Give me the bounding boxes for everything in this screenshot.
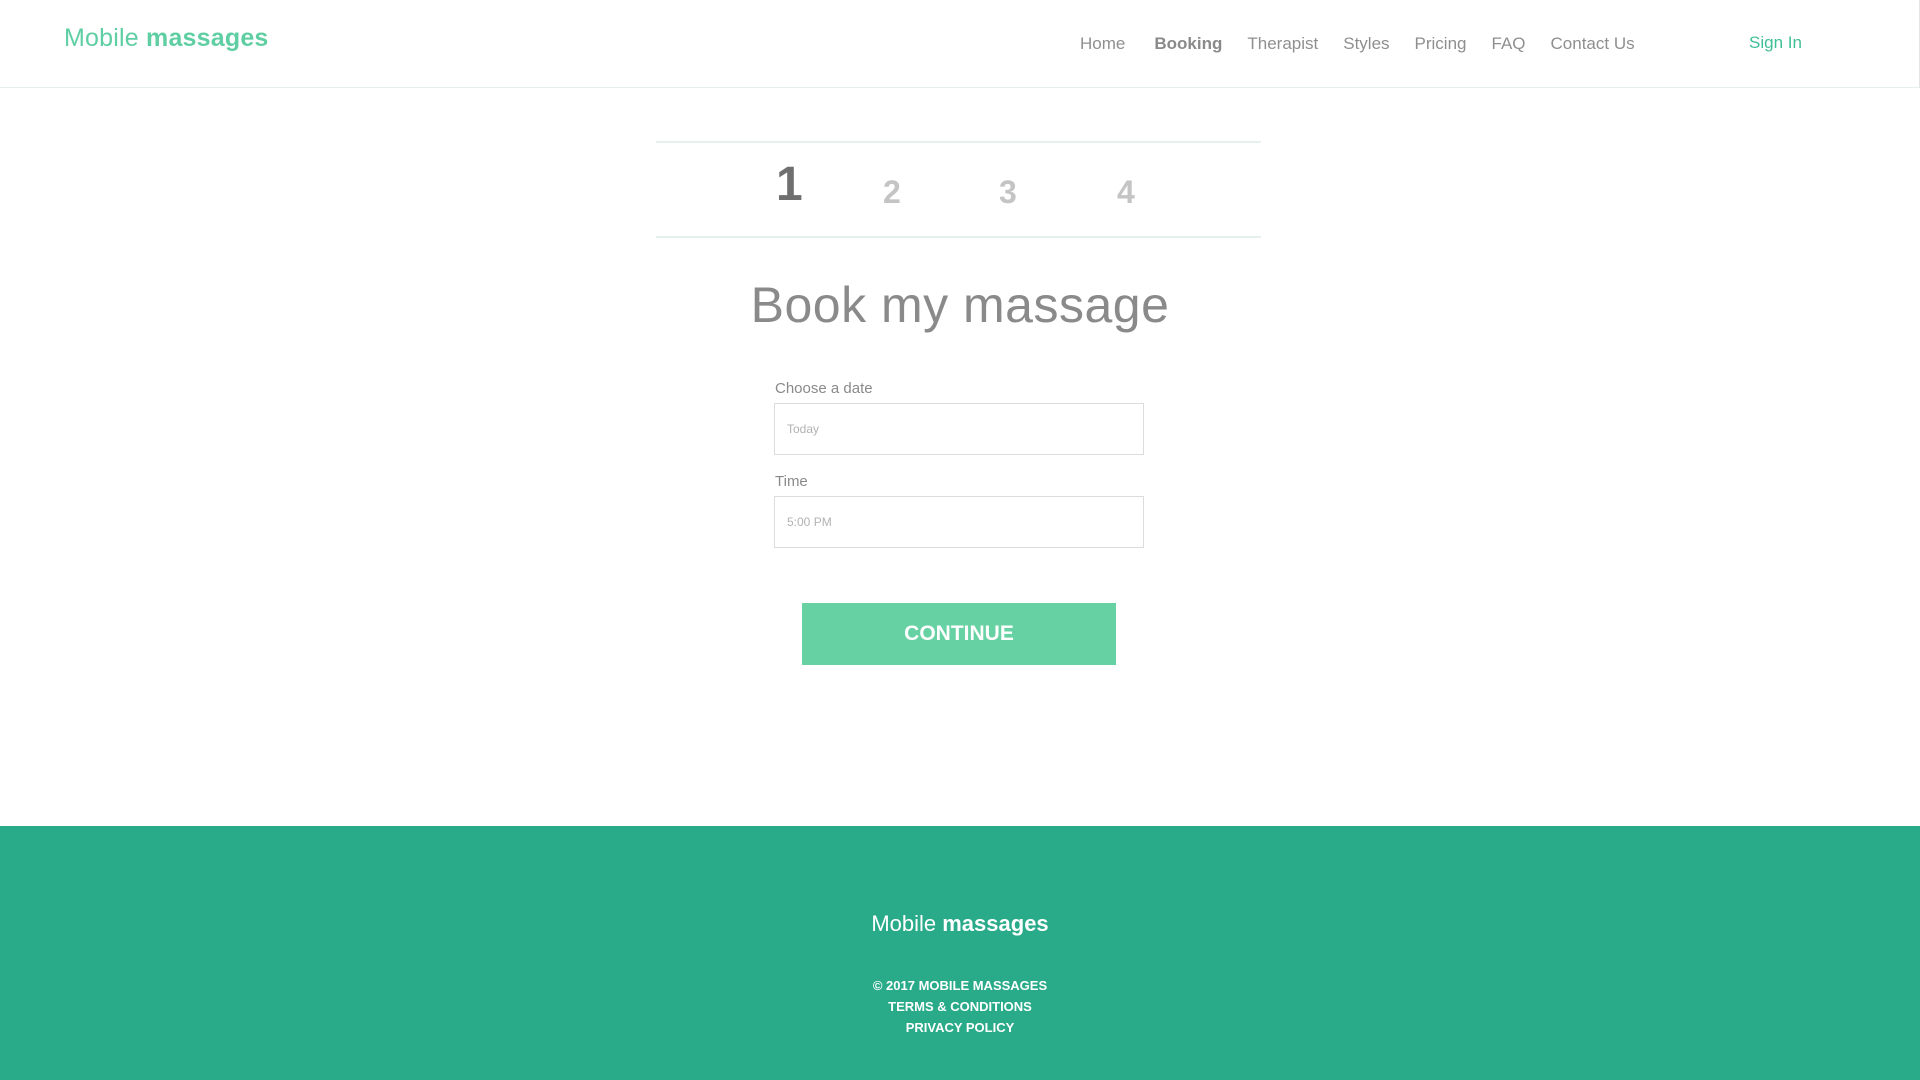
step-4[interactable]: 4 <box>1117 176 1135 208</box>
nav-pricing[interactable]: Pricing <box>1415 34 1467 54</box>
nav-therapist[interactable]: Therapist <box>1247 34 1318 54</box>
site-logo[interactable]: Mobile massages <box>64 24 269 53</box>
site-header: Mobile massages Home Booking Therapist S… <box>0 0 1920 88</box>
privacy-link[interactable]: PRIVACY POLICY <box>906 1020 1015 1035</box>
step-1[interactable]: 1 <box>776 161 803 209</box>
date-input[interactable] <box>774 403 1144 455</box>
logo-light-text: Mobile <box>64 24 139 52</box>
step-3[interactable]: 3 <box>999 176 1017 208</box>
time-label: Time <box>775 473 808 490</box>
footer-logo-light-text: Mobile <box>871 911 937 936</box>
time-input[interactable] <box>774 496 1144 548</box>
footer-links: © 2017 MOBILE MASSAGES TERMS & CONDITION… <box>0 975 1920 1038</box>
nav-home[interactable]: Home <box>1080 34 1125 54</box>
date-label: Choose a date <box>775 380 873 397</box>
main-nav: Home Booking Therapist Styles Pricing FA… <box>1080 34 1660 54</box>
nav-contact-us[interactable]: Contact Us <box>1551 34 1635 54</box>
logo-bold-text: massages <box>146 24 269 52</box>
nav-styles[interactable]: Styles <box>1343 34 1389 54</box>
continue-button[interactable]: CONTINUE <box>802 603 1116 665</box>
step-2[interactable]: 2 <box>883 176 901 208</box>
footer-logo-bold-text: massages <box>942 911 1049 936</box>
nav-faq[interactable]: FAQ <box>1492 34 1526 54</box>
page-title: Book my massage <box>750 277 1170 333</box>
site-footer: Mobile massages © 2017 MOBILE MASSAGES T… <box>0 826 1920 1080</box>
footer-logo: Mobile massages <box>0 911 1920 937</box>
copyright-text: © 2017 MOBILE MASSAGES <box>872 978 1048 993</box>
terms-link[interactable]: TERMS & CONDITIONS <box>888 999 1032 1014</box>
nav-booking[interactable]: Booking <box>1154 34 1222 54</box>
step-indicator: 1 2 3 4 <box>656 141 1261 238</box>
sign-in-link[interactable]: Sign In <box>1749 33 1802 53</box>
